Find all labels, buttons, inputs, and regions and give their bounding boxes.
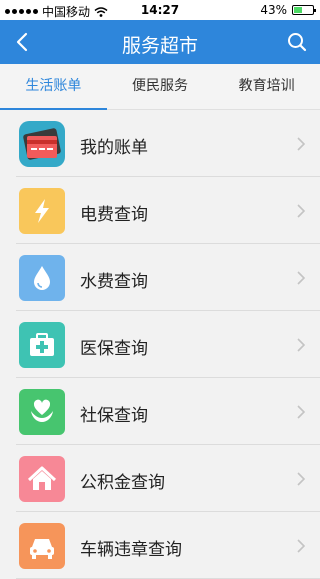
chevron-right-icon [297, 271, 306, 285]
list-item-housing-fund[interactable]: 公积金查询 [16, 445, 320, 512]
list-item-medical-insurance[interactable]: 医保查询 [16, 311, 320, 378]
car-icon [19, 523, 65, 569]
nav-bar: 服务超市 [0, 20, 320, 64]
list-item-water[interactable]: 水费查询 [16, 244, 320, 311]
list-item-my-bills[interactable]: 我的账单 [16, 110, 320, 177]
list-item-label: 电费查询 [80, 205, 148, 225]
list-item-vehicle-violation[interactable]: 车辆违章查询 [16, 512, 320, 579]
status-bar: 中国移动 14:27 43% [0, 0, 320, 20]
tab-bar: 生活账单 便民服务 教育培训 [0, 64, 320, 110]
list-item-label: 社保查询 [80, 406, 148, 426]
tab-living-bills[interactable]: 生活账单 [0, 64, 107, 110]
list-item-label: 我的账单 [80, 138, 148, 158]
battery-icon [292, 5, 316, 15]
chevron-right-icon [297, 539, 306, 553]
heart-hands-icon [19, 389, 65, 435]
service-list: 我的账单 电费查询 水费查询 医保查询 社保查询 公积金查询 车辆违章查询 [0, 110, 320, 579]
lightning-icon [19, 188, 65, 234]
list-item-label: 水费查询 [80, 272, 148, 292]
search-icon [288, 33, 307, 52]
house-icon [19, 456, 65, 502]
list-item-label: 医保查询 [80, 339, 148, 359]
chevron-right-icon [297, 472, 306, 486]
tab-education-training[interactable]: 教育培训 [213, 64, 320, 109]
list-item-social-insurance[interactable]: 社保查询 [16, 378, 320, 445]
list-item-electricity[interactable]: 电费查询 [16, 177, 320, 244]
chevron-right-icon [297, 204, 306, 218]
water-drop-icon [19, 255, 65, 301]
page-title: 服务超市 [121, 35, 198, 57]
chevron-right-icon [297, 405, 306, 419]
battery-percent: 43% [260, 3, 287, 17]
chevron-right-icon [297, 338, 306, 352]
list-item-label: 公积金查询 [80, 473, 165, 493]
medical-kit-icon [19, 322, 65, 368]
battery-status: 43% [260, 3, 316, 17]
chevron-right-icon [297, 137, 306, 151]
tab-convenience-services[interactable]: 便民服务 [107, 64, 214, 109]
bill-card-icon [19, 121, 65, 167]
list-item-label: 车辆违章查询 [80, 540, 182, 560]
search-button[interactable] [284, 29, 310, 55]
